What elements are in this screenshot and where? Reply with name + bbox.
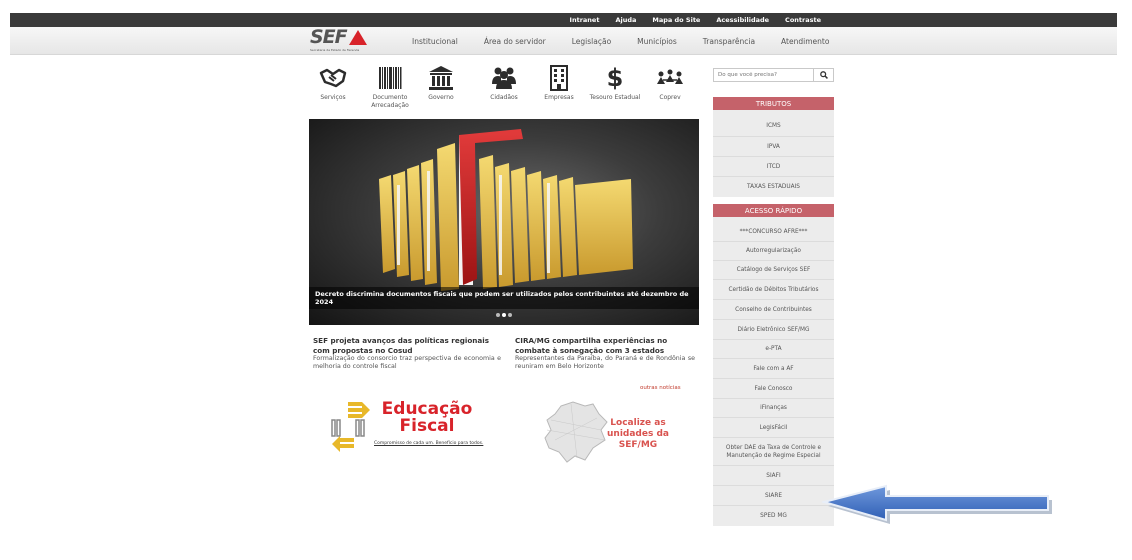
nav-municipios[interactable]: Municípios: [637, 37, 677, 46]
educacao-fiscal-banner[interactable]: Educação Fiscal Compromisso de cada um. …: [330, 400, 484, 462]
barcode-icon: [362, 64, 418, 92]
search-icon: [819, 71, 828, 79]
acesso-rapido-header: ACESSO RÁPIDO: [713, 204, 834, 217]
acesso-fale-com-af[interactable]: Fale com a AF: [713, 359, 834, 379]
sef-logo[interactable]: SEF Secretaria de Estado de Fazenda: [310, 28, 374, 52]
top-utility-bar: Intranet Ajuda Mapa do Site Acessibilida…: [10, 13, 1117, 27]
people-icon: [476, 64, 532, 92]
news-title[interactable]: SEF projeta avanços das políticas region…: [313, 336, 501, 355]
acesso-diario-eletronico[interactable]: Diário Eletrônico SEF/MG: [713, 320, 834, 340]
news-summary: Formalização do consorcio traz perspecti…: [313, 355, 501, 370]
more-news-link[interactable]: outras notícias: [640, 385, 681, 391]
nav-legislacao[interactable]: Legislação: [572, 37, 611, 46]
top-link-intranet[interactable]: Intranet: [570, 16, 600, 24]
service-tesouro-estadual[interactable]: $ Tesouro Estadual: [587, 64, 643, 102]
nav-transparencia[interactable]: Transparência: [703, 37, 755, 46]
educacao-fiscal-logo-icon: [331, 402, 370, 452]
service-cidadaos[interactable]: Cidadãos: [476, 64, 532, 102]
dollar-icon: $: [606, 64, 624, 92]
service-empresas[interactable]: Empresas: [531, 64, 587, 102]
slider-dots: [309, 302, 699, 321]
educacao-tagline: Compromisso de cada um. Benefício para t…: [374, 441, 484, 446]
acesso-sped-mg[interactable]: SPED MG: [713, 506, 834, 526]
logo-triangle-icon: [349, 30, 367, 45]
service-label: Governo: [428, 94, 454, 101]
acesso-ifinancas[interactable]: iFinanças: [713, 399, 834, 418]
acesso-catalogo-servicos[interactable]: Catálogo de Serviços SEF: [713, 261, 834, 280]
acesso-fale-conosco[interactable]: Fale Conosco: [713, 379, 834, 399]
acesso-siafi[interactable]: SIAFI: [713, 466, 834, 486]
building-icon: [531, 64, 587, 92]
logo-subtitle: Secretaria de Estado de Fazenda: [310, 48, 360, 52]
acesso-e-pta[interactable]: e-PTA: [713, 340, 834, 359]
search-button[interactable]: [813, 69, 833, 81]
top-link-acessibilidade[interactable]: Acessibilidade: [716, 16, 769, 24]
top-link-contraste[interactable]: Contraste: [785, 16, 821, 24]
news-slider[interactable]: Decreto discrimina documentos fiscais qu…: [309, 119, 699, 325]
service-label: Tesouro Estadual: [589, 94, 641, 101]
group-network-icon: [642, 64, 698, 92]
main-nav: Institucional Área do servidor Legislaçã…: [412, 27, 855, 55]
nav-area-do-servidor[interactable]: Área do servidor: [484, 37, 546, 46]
service-servicos[interactable]: Serviços: [305, 64, 361, 102]
service-label: Cidadãos: [490, 94, 518, 101]
handshake-icon: [305, 64, 361, 92]
acesso-certidao-debitos[interactable]: Certidão de Débitos Tributários: [713, 280, 834, 300]
service-label: Coprev: [659, 94, 681, 101]
service-label: Empresas: [544, 94, 574, 101]
tributos-header: TRIBUTOS: [713, 97, 834, 110]
slider-dot-3[interactable]: [508, 313, 512, 317]
service-coprev[interactable]: Coprev: [642, 64, 698, 102]
acesso-conselho-contribuintes[interactable]: Conselho de Contribuintes: [713, 300, 834, 320]
news-summary: Representantes da Paraíba, do Paraná e d…: [515, 355, 695, 370]
service-documento-arrecadacao[interactable]: Documento Arrecadação: [362, 64, 418, 110]
acesso-rapido-panel: ACESSO RÁPIDO ***CONCURSO AFRE*** Autorr…: [713, 204, 834, 526]
nav-institucional[interactable]: Institucional: [412, 37, 458, 46]
tributo-itcd[interactable]: ITCD: [713, 157, 834, 177]
search-box: [713, 68, 834, 82]
acesso-obter-dae[interactable]: Obter DAE da Taxa de Controle e Manutenç…: [713, 438, 834, 466]
slider-dot-1[interactable]: [496, 313, 500, 317]
pointing-arrow-icon: [822, 484, 1052, 524]
fiscal-title: Fiscal: [399, 416, 455, 436]
service-label: Serviços: [320, 94, 346, 101]
search-input[interactable]: [714, 69, 814, 81]
top-links: Intranet Ajuda Mapa do Site Acessibilida…: [570, 13, 821, 27]
tributos-panel: TRIBUTOS ICMS IPVA ITCD TAXAS ESTADUAIS: [713, 97, 834, 197]
news-title[interactable]: CIRA/MG compartilha experiências no comb…: [515, 336, 695, 355]
tributo-ipva[interactable]: IPVA: [713, 137, 834, 157]
localize-text: Localize as unidades da SEF/MG: [607, 418, 669, 450]
acesso-autorregularizacao[interactable]: Autorregularização: [713, 242, 834, 261]
news-item-2[interactable]: CIRA/MG compartilha experiências no comb…: [515, 336, 695, 371]
acesso-concurso-afre[interactable]: ***CONCURSO AFRE***: [713, 222, 834, 242]
service-governo[interactable]: Governo: [413, 64, 469, 102]
acesso-legisfacil[interactable]: LegisFácil: [713, 418, 834, 438]
news-item-1[interactable]: SEF projeta avanços das políticas region…: [313, 336, 501, 371]
slider-dot-2[interactable]: [502, 313, 506, 317]
tributo-icms[interactable]: ICMS: [713, 116, 834, 137]
service-label: Documento Arrecadação: [371, 94, 409, 109]
acesso-siare[interactable]: SIARE: [713, 486, 834, 506]
top-link-mapa-do-site[interactable]: Mapa do Site: [652, 16, 700, 24]
localize-unidades-banner[interactable]: Localize as unidades da SEF/MG: [541, 400, 671, 464]
government-building-icon: [413, 64, 469, 92]
nav-atendimento[interactable]: Atendimento: [781, 37, 829, 46]
main-navigation-bar: SEF Secretaria de Estado de Fazenda Inst…: [10, 27, 1117, 55]
top-link-ajuda[interactable]: Ajuda: [615, 16, 636, 24]
tributo-taxas-estaduais[interactable]: TAXAS ESTADUAIS: [713, 177, 834, 197]
